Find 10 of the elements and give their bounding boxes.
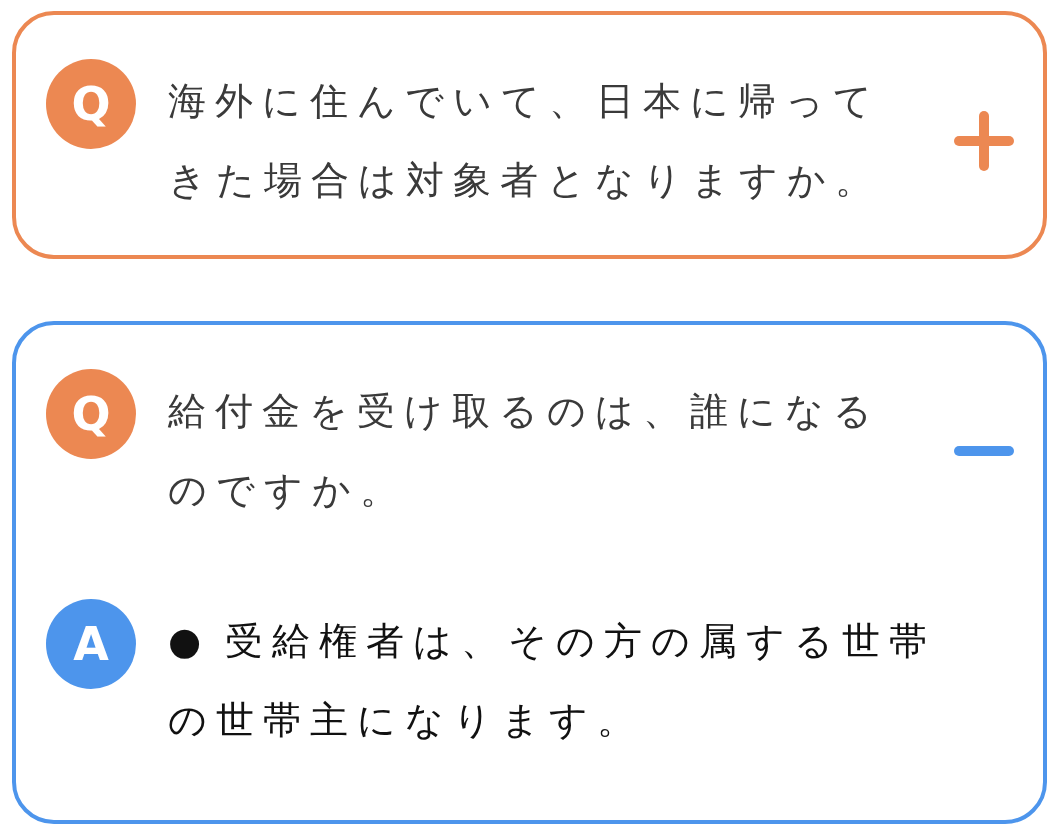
a-badge: A [46, 599, 136, 689]
q-badge: Q [46, 369, 136, 459]
faq-item[interactable]: Q 給付金を受け取るのは、誰になるのですか。 A ● 受給権者は、その方の属する世帯の世帯主になります。 [12, 321, 1047, 824]
question-text: 海外に住んでいて、日本に帰ってきた場合は対象者となりますか。 [168, 78, 883, 204]
answer-text: ● 受給権者は、その方の属する世帯の世帯主になります。 [168, 618, 938, 744]
faq-item[interactable]: Q 海外に住んでいて、日本に帰ってきた場合は対象者となりますか。 [12, 11, 1047, 259]
minus-icon[interactable] [954, 445, 1014, 457]
plus-icon[interactable] [954, 111, 1014, 171]
question-text: 給付金を受け取るのは、誰になるのですか。 [168, 388, 882, 514]
q-badge: Q [46, 59, 136, 149]
